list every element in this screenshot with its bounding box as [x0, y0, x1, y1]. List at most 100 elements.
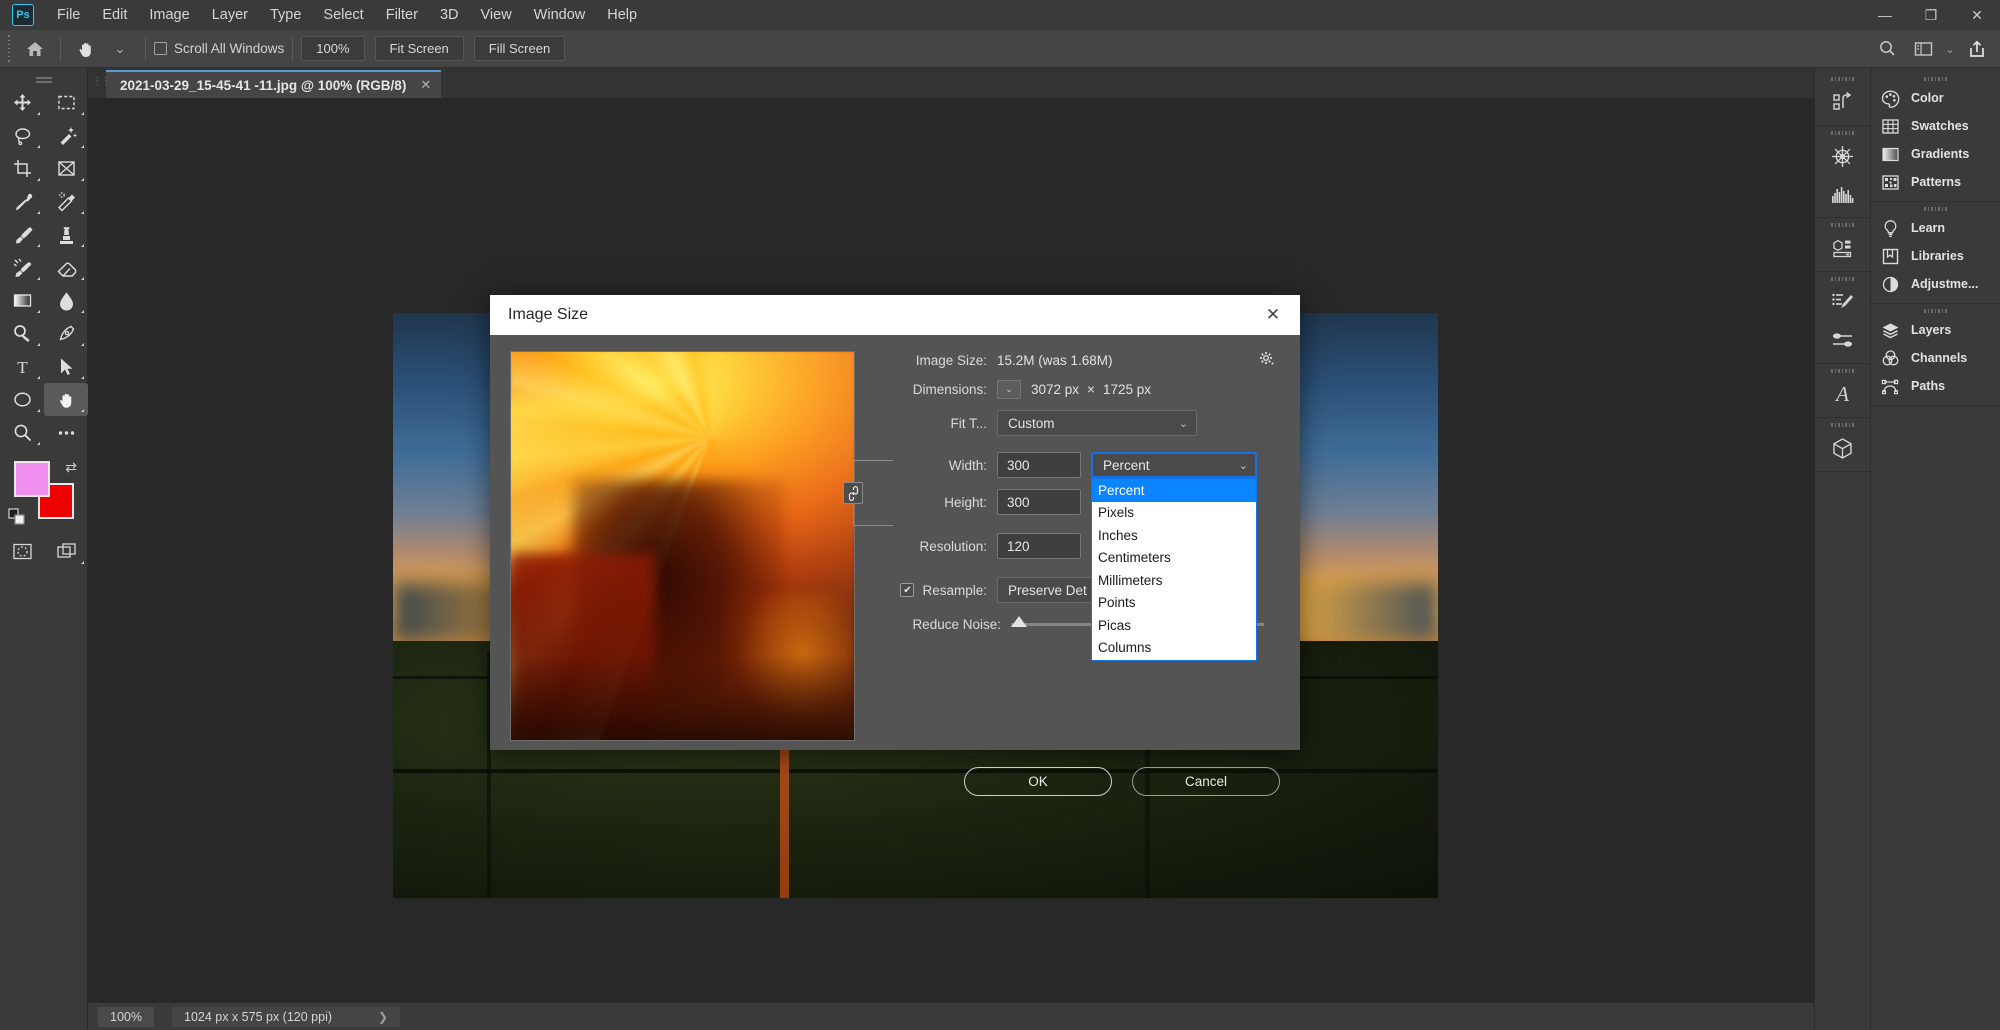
cancel-button[interactable]: Cancel: [1132, 767, 1280, 796]
history-brush-tool-icon[interactable]: [0, 251, 44, 284]
close-icon[interactable]: ✕: [1260, 305, 1286, 325]
chevron-right-icon[interactable]: ❯: [378, 1010, 388, 1024]
crop-tool-icon[interactable]: [0, 152, 44, 185]
hand-tool-icon[interactable]: [44, 383, 88, 416]
brush-tool-icon[interactable]: [0, 218, 44, 251]
unit-dropdown[interactable]: Percent ⌄ PercentPixelsInchesCentimeters…: [1091, 452, 1257, 478]
default-colors-icon[interactable]: [8, 508, 26, 531]
panel-item-layers[interactable]: Layers: [1871, 316, 2000, 344]
ok-button[interactable]: OK: [964, 767, 1112, 796]
unit-option-columns[interactable]: Columns: [1092, 637, 1256, 660]
zoom-100-button[interactable]: 100%: [301, 36, 364, 61]
healing-brush-tool-icon[interactable]: [44, 185, 88, 218]
fit-to-select[interactable]: Custom ⌄: [997, 410, 1197, 436]
panel-item-paths[interactable]: Paths: [1871, 372, 2000, 400]
panel-gripper[interactable]: [1815, 272, 1870, 283]
maximize-button[interactable]: ❐: [1908, 0, 1954, 30]
dodge-tool-icon[interactable]: [0, 317, 44, 350]
move-tool-icon[interactable]: [0, 86, 44, 119]
unit-option-centimeters[interactable]: Centimeters: [1092, 547, 1256, 570]
image-preview[interactable]: [510, 351, 855, 741]
menu-item-view[interactable]: View: [470, 3, 523, 27]
panel-item-color[interactable]: Color: [1871, 84, 2000, 112]
blur-tool-icon[interactable]: [44, 284, 88, 317]
properties-icon[interactable]: [1815, 229, 1870, 267]
eraser-tool-icon[interactable]: [44, 251, 88, 284]
menu-item-layer[interactable]: Layer: [201, 3, 259, 27]
unit-dropdown-list[interactable]: PercentPixelsInchesCentimetersMillimeter…: [1091, 478, 1257, 661]
resample-checkbox[interactable]: ✔: [900, 583, 914, 597]
type-tool-icon[interactable]: T: [0, 350, 44, 383]
unit-option-millimeters[interactable]: Millimeters: [1092, 569, 1256, 592]
panel-gripper[interactable]: [1815, 418, 1870, 429]
gear-icon[interactable]: [1259, 351, 1280, 369]
unit-option-pixels[interactable]: Pixels: [1092, 502, 1256, 525]
workspace-icon[interactable]: [1906, 34, 1940, 64]
unit-option-picas[interactable]: Picas: [1092, 614, 1256, 637]
shape-tool-icon[interactable]: [0, 383, 44, 416]
menu-item-edit[interactable]: Edit: [91, 3, 138, 27]
panel-gripper[interactable]: [1815, 72, 1870, 83]
menu-item-select[interactable]: Select: [312, 3, 374, 27]
zoom-tool-icon[interactable]: [0, 416, 44, 449]
resolution-input[interactable]: 120: [997, 533, 1081, 559]
document-info[interactable]: 1024 px x 575 px (120 ppi) ❯: [172, 1007, 400, 1027]
minimize-button[interactable]: —: [1862, 0, 1908, 30]
chevron-down-icon[interactable]: ⌄: [1942, 34, 1958, 64]
panel-item-swatches[interactable]: Swatches: [1871, 112, 2000, 140]
tab-gripper[interactable]: ⋮⋮: [92, 76, 110, 87]
menu-item-window[interactable]: Window: [523, 3, 597, 27]
width-input[interactable]: 300: [997, 452, 1081, 478]
more-tools-icon[interactable]: [44, 416, 88, 449]
document-tab[interactable]: 2021-03-29_15-45-41 -11.jpg @ 100% (RGB/…: [106, 70, 441, 98]
menu-item-type[interactable]: Type: [259, 3, 312, 27]
tool-preset-chevron-icon[interactable]: ⌄: [103, 34, 137, 64]
adjustments-slider-icon[interactable]: [1815, 321, 1870, 359]
slider-thumb[interactable]: [1011, 616, 1027, 627]
marquee-tool-icon[interactable]: [44, 86, 88, 119]
unit-option-inches[interactable]: Inches: [1092, 524, 1256, 547]
menu-item-help[interactable]: Help: [596, 3, 648, 27]
gradient-tool-icon[interactable]: [0, 284, 44, 317]
menu-item-filter[interactable]: Filter: [375, 3, 429, 27]
panel-gripper[interactable]: [1871, 304, 2000, 316]
toolbar-gripper[interactable]: [0, 74, 87, 86]
hand-tool-icon[interactable]: [69, 34, 103, 64]
screen-mode-icon[interactable]: [44, 535, 88, 568]
panel-item-gradients[interactable]: Gradients: [1871, 140, 2000, 168]
3d-icon[interactable]: [1815, 429, 1870, 467]
constrain-proportions[interactable]: [831, 452, 877, 532]
close-button[interactable]: ✕: [1954, 0, 2000, 30]
unit-dropdown-head[interactable]: Percent ⌄: [1091, 452, 1257, 478]
panel-gripper[interactable]: [1815, 218, 1870, 229]
frame-tool-icon[interactable]: [44, 152, 88, 185]
panel-item-learn[interactable]: Learn: [1871, 214, 2000, 242]
lasso-tool-icon[interactable]: [0, 119, 44, 152]
unit-option-percent[interactable]: Percent: [1092, 479, 1256, 502]
menu-item-image[interactable]: Image: [138, 3, 200, 27]
height-input[interactable]: 300: [997, 489, 1081, 515]
menu-item-3d[interactable]: 3D: [429, 3, 470, 27]
quick-mask-icon[interactable]: [0, 535, 44, 568]
clone-stamp-tool-icon[interactable]: [44, 218, 88, 251]
foreground-color-swatch[interactable]: [14, 461, 50, 497]
panel-gripper[interactable]: [1871, 72, 2000, 84]
share-icon[interactable]: [1960, 34, 1994, 64]
menu-item-file[interactable]: File: [46, 3, 91, 27]
eyedropper-tool-icon[interactable]: [0, 185, 44, 218]
panel-gripper[interactable]: [1815, 126, 1870, 137]
fill-screen-button[interactable]: Fill Screen: [474, 36, 565, 61]
history-icon[interactable]: [1815, 83, 1870, 121]
magic-wand-tool-icon[interactable]: [44, 119, 88, 152]
panel-gripper[interactable]: [1871, 202, 2000, 214]
navigator-icon[interactable]: [1815, 137, 1870, 175]
character-icon[interactable]: A: [1815, 375, 1870, 413]
options-bar-gripper[interactable]: [4, 36, 13, 62]
panel-item-channels[interactable]: Channels: [1871, 344, 2000, 372]
zoom-level[interactable]: 100%: [98, 1007, 154, 1027]
panel-gripper[interactable]: [1815, 364, 1870, 375]
search-icon[interactable]: [1870, 34, 1904, 64]
brush-settings-icon[interactable]: [1815, 283, 1870, 321]
panel-item-adjustme[interactable]: Adjustme...: [1871, 270, 2000, 298]
histogram-icon[interactable]: [1815, 175, 1870, 213]
